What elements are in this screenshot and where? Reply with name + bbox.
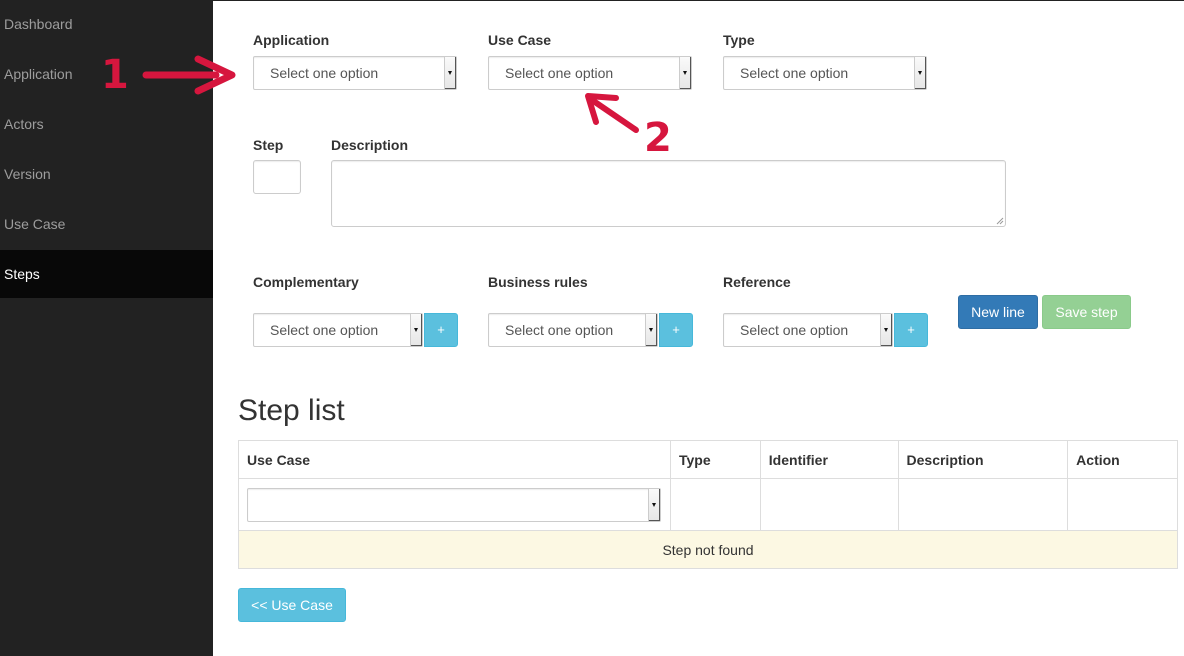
step-list-table: Use Case Type Identifier Description Act…: [238, 440, 1178, 569]
table-cell: [897, 478, 1069, 531]
annotation-arrow-2-icon: [585, 93, 639, 133]
reference-select[interactable]: Select one option: [723, 313, 893, 347]
chevron-down-icon: [645, 314, 657, 346]
new-line-button[interactable]: New line: [958, 295, 1038, 329]
top-border: [213, 0, 1184, 1]
column-header-description: Description: [897, 440, 1069, 479]
filter-cell: [238, 478, 671, 531]
column-header-action: Action: [1067, 440, 1178, 479]
sidebar-item-actors[interactable]: Actors: [0, 100, 213, 148]
column-header-type: Type: [669, 440, 761, 479]
application-select-value: Select one option: [270, 65, 379, 81]
save-step-button[interactable]: Save step: [1042, 295, 1131, 329]
empty-message: Step not found: [238, 530, 1178, 569]
sidebar-item-use-case[interactable]: Use Case: [0, 200, 213, 248]
add-business-rule-button[interactable]: +: [659, 313, 693, 347]
description-textarea[interactable]: [331, 160, 1006, 227]
description-label: Description: [331, 137, 409, 153]
chevron-down-icon: [648, 488, 660, 521]
business-rules-label: Business rules: [488, 274, 588, 290]
reference-select-value: Select one option: [740, 322, 849, 338]
sidebar-item-version[interactable]: Version: [0, 150, 213, 198]
resize-handle-icon[interactable]: [996, 217, 1004, 225]
column-header-use-case: Use Case: [238, 440, 671, 479]
chevron-down-icon: [679, 57, 691, 89]
empty-row: Step not found: [238, 530, 1178, 569]
annotation-number-2: 2: [644, 115, 672, 161]
usecase-select[interactable]: Select one option: [488, 56, 692, 90]
chevron-down-icon: [880, 314, 892, 346]
reference-label: Reference: [723, 274, 791, 290]
column-header-identifier: Identifier: [759, 440, 899, 479]
complementary-select-value: Select one option: [270, 322, 379, 338]
step-input[interactable]: [253, 160, 301, 194]
complementary-select[interactable]: Select one option: [253, 313, 423, 347]
business-rules-select[interactable]: Select one option: [488, 313, 658, 347]
business-rules-select-value: Select one option: [505, 322, 614, 338]
add-complementary-button[interactable]: +: [424, 313, 458, 347]
add-reference-button[interactable]: +: [894, 313, 928, 347]
type-select-value: Select one option: [740, 65, 849, 81]
table-cell: [669, 478, 761, 531]
filter-row: [238, 478, 1178, 531]
back-to-use-case-button[interactable]: << Use Case: [238, 588, 346, 622]
annotation-number-1: 1: [101, 52, 129, 98]
application-label: Application: [253, 32, 330, 48]
chevron-down-icon: [410, 314, 422, 346]
application-select[interactable]: Select one option: [253, 56, 457, 90]
sidebar-item-dashboard[interactable]: Dashboard: [0, 0, 213, 48]
step-label: Step: [253, 137, 284, 153]
chevron-down-icon: [914, 57, 926, 89]
use-case-filter-select[interactable]: [247, 487, 661, 522]
sidebar-item-steps[interactable]: Steps: [0, 250, 213, 298]
chevron-down-icon: [444, 57, 456, 89]
table-cell: [759, 478, 899, 531]
usecase-select-value: Select one option: [505, 65, 614, 81]
annotation-arrow-1-icon: [142, 55, 236, 95]
usecase-label: Use Case: [488, 32, 552, 48]
type-label: Type: [723, 32, 755, 48]
complementary-label: Complementary: [253, 274, 359, 290]
table-cell: [1067, 478, 1178, 531]
type-select[interactable]: Select one option: [723, 56, 927, 90]
step-list-title: Step list: [238, 394, 345, 427]
sidebar: Dashboard Application Actors Version Use…: [0, 0, 213, 656]
